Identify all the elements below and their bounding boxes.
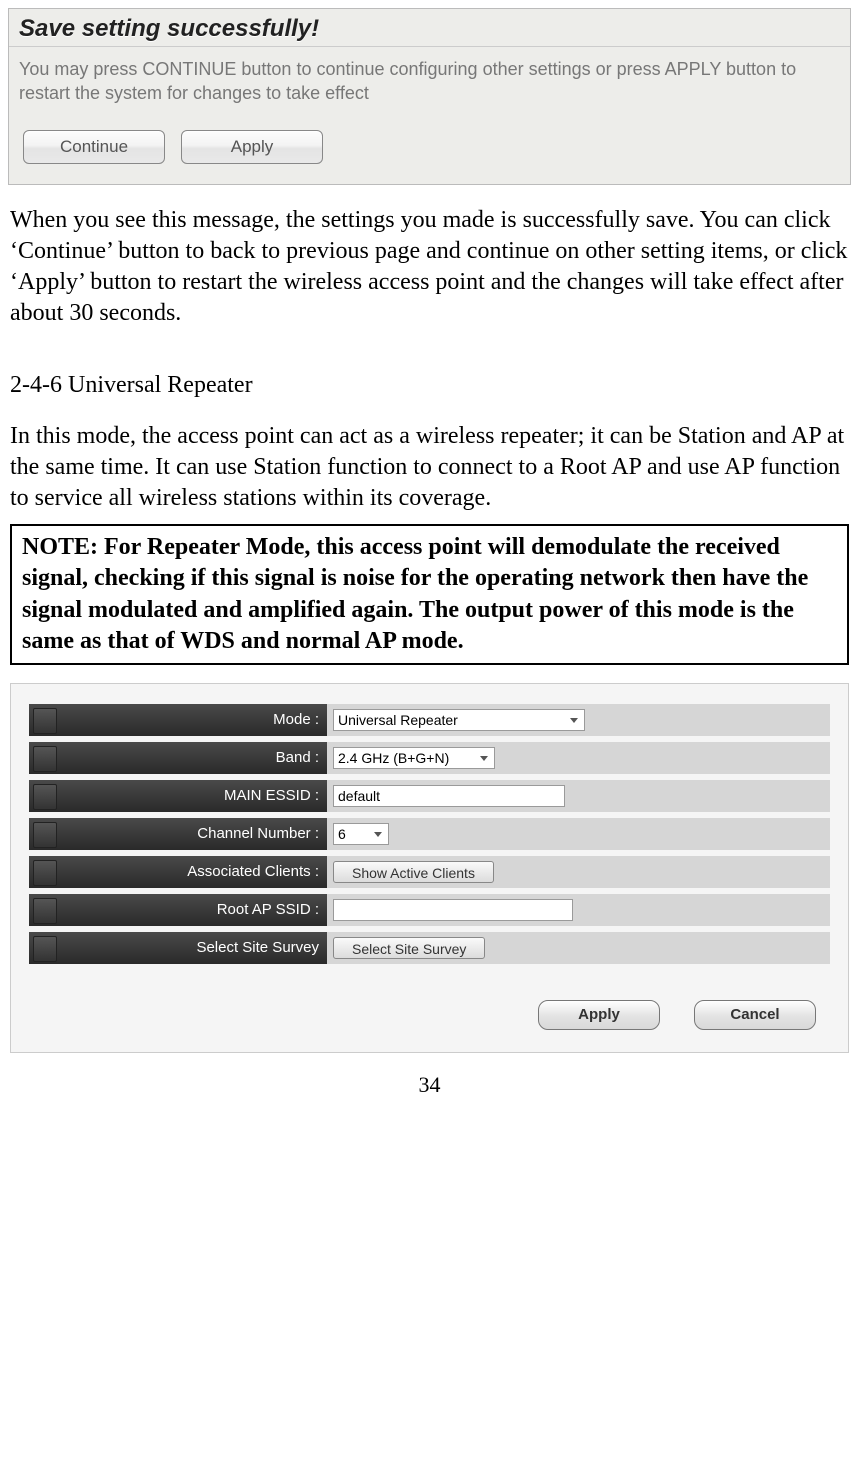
label-band: Band :	[29, 742, 327, 774]
cell-mode: Universal Repeater	[327, 704, 830, 736]
note-box: NOTE: For Repeater Mode, this access poi…	[10, 524, 849, 665]
panel1-button-row: Continue Apply	[9, 106, 850, 164]
form-bottom-buttons: Apply Cancel	[29, 970, 830, 1038]
cancel-button[interactable]: Cancel	[694, 1000, 816, 1030]
label-survey: Select Site Survey	[29, 932, 327, 964]
show-active-clients-button[interactable]: Show Active Clients	[333, 861, 494, 883]
row-survey: Select Site Survey Select Site Survey	[29, 932, 830, 964]
repeater-form-panel: Mode : Universal Repeater Band : 2.4 GHz…	[10, 683, 849, 1053]
row-channel: Channel Number : 6	[29, 818, 830, 850]
label-root: Root AP SSID :	[29, 894, 327, 926]
root-ssid-input[interactable]	[333, 899, 573, 921]
cell-channel: 6	[327, 818, 830, 850]
site-survey-button[interactable]: Select Site Survey	[333, 937, 485, 959]
label-mode: Mode :	[29, 704, 327, 736]
essid-input[interactable]	[333, 785, 565, 807]
cell-clients: Show Active Clients	[327, 856, 830, 888]
cell-survey: Select Site Survey	[327, 932, 830, 964]
row-essid: MAIN ESSID :	[29, 780, 830, 812]
paragraph-save-explain: When you see this message, the settings …	[10, 205, 849, 330]
apply-button[interactable]: Apply	[538, 1000, 660, 1030]
save-success-body: You may press CONTINUE button to continu…	[9, 47, 850, 106]
apply-button-top[interactable]: Apply	[181, 130, 323, 164]
row-root: Root AP SSID :	[29, 894, 830, 926]
row-mode: Mode : Universal Repeater	[29, 704, 830, 736]
mode-select[interactable]: Universal Repeater	[333, 709, 585, 731]
row-band: Band : 2.4 GHz (B+G+N)	[29, 742, 830, 774]
save-success-title: Save setting successfully!	[9, 9, 850, 47]
channel-select[interactable]: 6	[333, 823, 389, 845]
continue-button[interactable]: Continue	[23, 130, 165, 164]
band-select[interactable]: 2.4 GHz (B+G+N)	[333, 747, 495, 769]
cell-root	[327, 894, 830, 926]
label-channel: Channel Number :	[29, 818, 327, 850]
section-heading: 2-4-6 Universal Repeater	[10, 370, 849, 401]
save-success-panel: Save setting successfully! You may press…	[8, 8, 851, 185]
row-clients: Associated Clients : Show Active Clients	[29, 856, 830, 888]
label-essid: MAIN ESSID :	[29, 780, 327, 812]
cell-essid	[327, 780, 830, 812]
paragraph-repeater-desc: In this mode, the access point can act a…	[10, 421, 849, 515]
label-clients: Associated Clients :	[29, 856, 327, 888]
cell-band: 2.4 GHz (B+G+N)	[327, 742, 830, 774]
page-number: 34	[8, 1071, 851, 1100]
